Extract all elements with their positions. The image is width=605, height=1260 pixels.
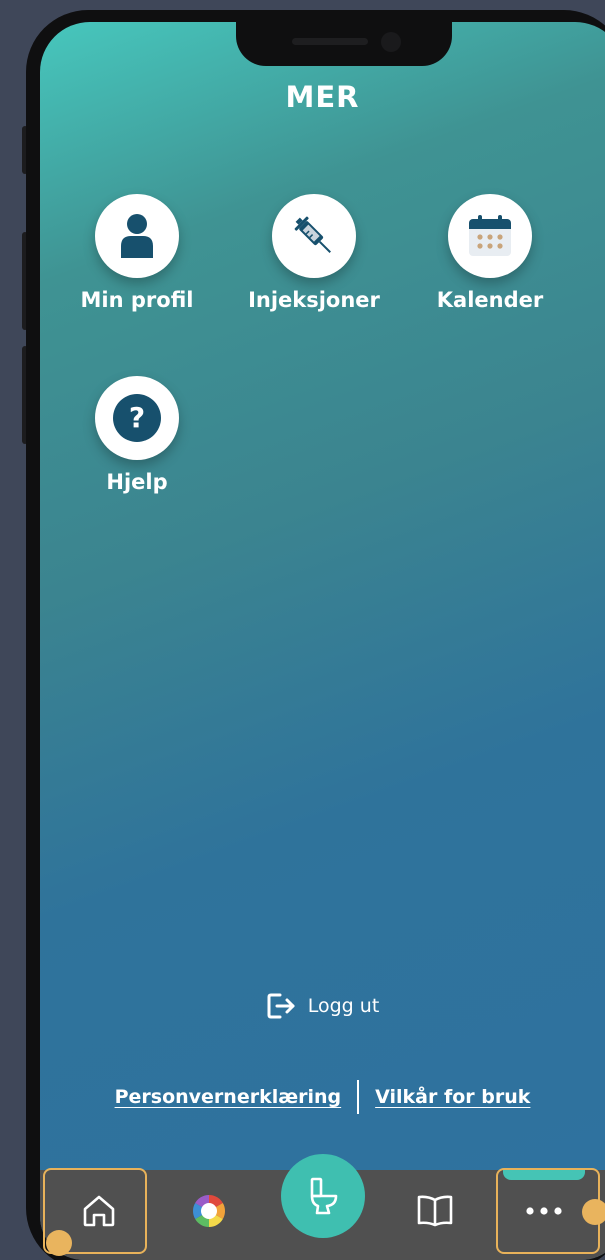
nav-book-button[interactable]: [394, 1170, 476, 1252]
menu-item-label: Kalender: [436, 288, 544, 312]
phone-notch: [236, 22, 452, 66]
nav-color-wheel-button[interactable]: [168, 1170, 250, 1252]
logout-button[interactable]: Logg ut: [40, 992, 605, 1020]
footer-links: Personvernerklæring Vilkår for bruk: [40, 1080, 605, 1114]
book-icon: [417, 1195, 453, 1227]
bottom-navigation: [40, 1154, 605, 1260]
terms-of-use-link[interactable]: Vilkår for bruk: [375, 1086, 530, 1108]
person-icon: [121, 214, 153, 258]
logout-icon: [267, 993, 295, 1019]
nav-more-button[interactable]: [503, 1170, 585, 1252]
toilet-icon: [310, 1177, 338, 1215]
calendar-icon: [469, 215, 511, 256]
nav-toilet-button[interactable]: [281, 1154, 365, 1238]
color-wheel-icon: [192, 1195, 226, 1227]
menu-icon-circle: [95, 194, 179, 278]
menu-item-label: Min profil: [80, 288, 194, 312]
highlight-home-dot: [46, 1230, 72, 1256]
menu-item-injeksjoner[interactable]: Injeksjoner: [229, 194, 399, 312]
menu-icon-circle: [272, 194, 356, 278]
menu-item-label: Hjelp: [106, 470, 168, 494]
highlight-more-dot: [582, 1199, 605, 1225]
more-icon: [526, 1207, 562, 1215]
app-screen: MER Min profil Injeksjoner Kalender ? Hj…: [40, 22, 605, 1260]
help-icon: ?: [113, 394, 161, 442]
app-canvas: MER Min profil Injeksjoner Kalender ? Hj…: [0, 0, 605, 1260]
home-icon: [83, 1195, 115, 1227]
link-divider: [357, 1080, 360, 1114]
menu-item-hjelp[interactable]: ? Hjelp: [52, 376, 222, 494]
speaker-grille: [292, 38, 368, 45]
menu-item-label: Injeksjoner: [248, 288, 380, 312]
menu-icon-circle: [448, 194, 532, 278]
menu-item-kalender[interactable]: Kalender: [405, 194, 575, 312]
logout-label: Logg ut: [307, 995, 380, 1017]
menu-item-min-profil[interactable]: Min profil: [52, 194, 222, 312]
menu-icon-circle: ?: [95, 376, 179, 460]
page-title: MER: [285, 80, 360, 114]
svg-text:?: ?: [129, 401, 145, 434]
syringe-icon: [294, 216, 331, 253]
front-camera: [381, 32, 401, 52]
privacy-policy-link[interactable]: Personvernerklæring: [115, 1086, 342, 1108]
